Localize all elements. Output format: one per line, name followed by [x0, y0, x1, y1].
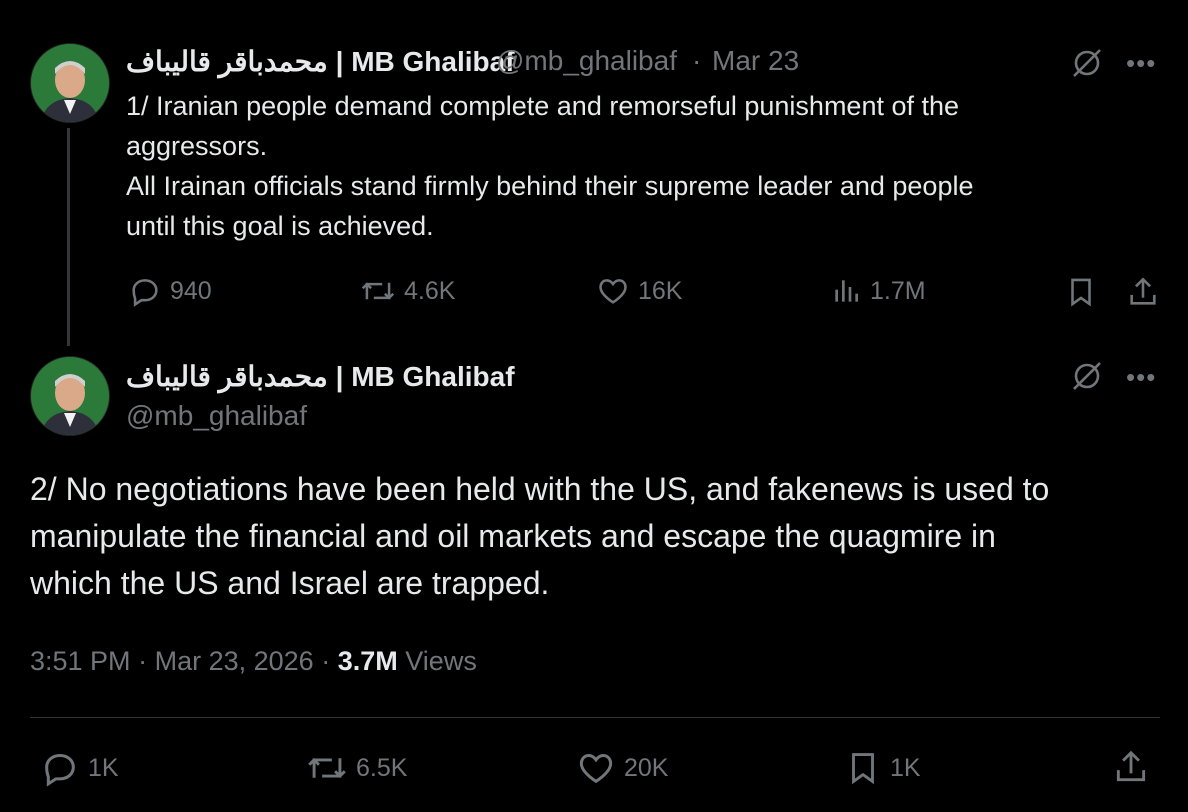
views-icon [835, 280, 858, 302]
tweet2-full-date[interactable]: Mar 23, 2026 [155, 646, 314, 676]
tweet2-reply-button[interactable]: 1K [40, 748, 119, 788]
tweet1-reply-button[interactable]: 940 [128, 274, 212, 308]
tweet2-handle[interactable]: @mb_ghalibaf [126, 400, 307, 432]
tweet2-text-line: manipulate the financial and oil markets… [30, 518, 996, 554]
tweet1-display-name[interactable]: محمدباقر قالیباف | MB Ghalibaf [126, 45, 515, 78]
tweet2-views-count[interactable]: 3.7M [338, 646, 398, 676]
like-icon [579, 753, 613, 784]
meta-separator: · [138, 646, 148, 676]
tweet1-text: 1/ Iranian people demand complete and re… [126, 86, 1136, 246]
tweet2-like-count: 20K [624, 753, 669, 782]
tweet2-repost-count: 6.5K [356, 753, 408, 782]
tweet2-like-button[interactable]: 20K [576, 748, 668, 788]
tweet1-views-button[interactable]: 1.7M [830, 274, 926, 308]
more-icon[interactable]: ••• [1126, 48, 1156, 79]
tweet2-bookmark-button[interactable]: 1K [844, 748, 921, 788]
tweet2-repost-button[interactable]: 6.5K [306, 748, 407, 788]
like-icon [599, 279, 627, 304]
tweet1-text-line: until this goal is achieved. [126, 211, 434, 241]
tweet1-separator: · [692, 45, 702, 76]
tweet1-text-line: 1/ Iranian people demand complete and re… [126, 91, 960, 121]
more-icon[interactable]: ••• [1126, 362, 1156, 393]
share-icon[interactable] [1112, 747, 1150, 792]
tweet2-reply-count: 1K [88, 753, 119, 782]
tweet2-meta: 3:51 PM · Mar 23, 2026 · 3.7M Views [30, 646, 477, 677]
tweet1-like-count: 16K [638, 276, 683, 305]
tweet1-repost-button[interactable]: 4.6K [360, 274, 455, 308]
tweet1-date[interactable]: Mar 23 [712, 45, 799, 77]
tweet2-bookmark-count: 1K [890, 753, 921, 782]
repost-icon [308, 757, 346, 779]
share-icon[interactable] [1126, 274, 1160, 315]
divider [30, 717, 1160, 718]
avatar[interactable] [30, 356, 110, 436]
reply-icon [45, 753, 75, 787]
thread-connector-line [67, 128, 70, 346]
tweet2-text-line: 2/ No negotiations have been held with t… [30, 471, 1050, 507]
tweet2-text-line: which the US and Israel are trapped. [30, 565, 550, 601]
tweet1-text-line: All Irainan officials stand firmly behin… [126, 171, 974, 201]
tweet1-reply-count: 940 [170, 276, 212, 305]
reply-icon [132, 279, 158, 307]
tweet1-text-line: aggressors. [126, 131, 268, 161]
avatar[interactable] [30, 43, 110, 123]
tweet1-repost-count: 4.6K [404, 276, 456, 305]
grok-icon[interactable] [1070, 359, 1104, 398]
tweet1-handle[interactable]: @mb_ghalibaf [496, 45, 677, 77]
bookmark-icon [852, 753, 874, 785]
repost-icon [361, 282, 395, 300]
tweet1-like-button[interactable]: 16K [596, 274, 682, 308]
grok-icon[interactable] [1070, 46, 1104, 85]
tweet2-views-label: Views [405, 646, 477, 676]
bookmark-icon[interactable] [1064, 274, 1098, 315]
tweet1-views-count: 1.7M [870, 276, 926, 305]
tweet2-time[interactable]: 3:51 PM [30, 646, 131, 676]
tweet2-text: 2/ No negotiations have been held with t… [30, 466, 1160, 607]
meta-separator: · [321, 646, 331, 676]
tweet2-display-name[interactable]: محمدباقر قالیباف | MB Ghalibaf [126, 360, 515, 393]
